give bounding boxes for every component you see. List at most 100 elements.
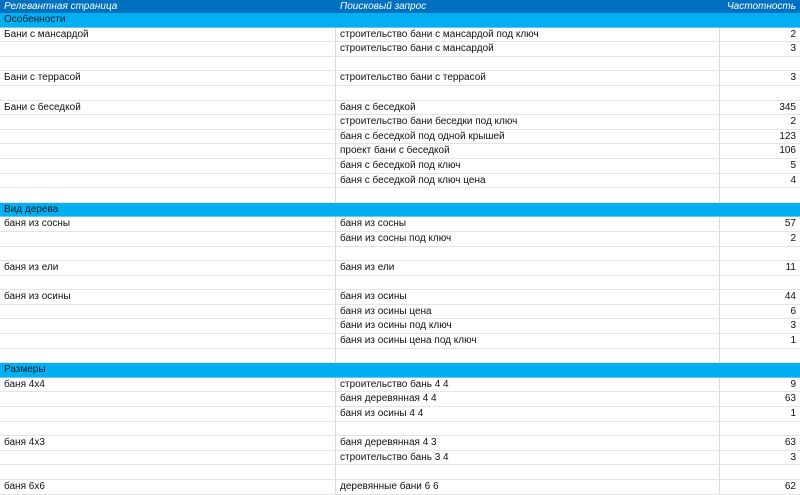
cell-relevant-page[interactable] (0, 348, 336, 363)
cell-relevant-page[interactable] (0, 450, 336, 465)
cell-search-query[interactable] (336, 465, 720, 479)
cell-frequency[interactable] (720, 276, 800, 290)
cell-search-query[interactable] (336, 246, 720, 261)
cell-frequency[interactable]: 9 (720, 378, 800, 392)
cell-frequency[interactable]: 106 (720, 144, 800, 158)
cell-relevant-page[interactable] (0, 392, 336, 407)
cell-relevant-page[interactable] (0, 129, 336, 144)
cell-search-query[interactable]: баня с беседкой под ключ (336, 158, 720, 173)
cell-relevant-page[interactable]: баня 6х6 (0, 480, 336, 494)
cell-frequency[interactable]: 1 (720, 407, 800, 421)
cell-search-query[interactable]: баня из осины 4 4 (336, 407, 720, 421)
cell-relevant-page[interactable] (0, 421, 336, 436)
cell-frequency[interactable]: 44 (720, 290, 800, 304)
cell-relevant-page[interactable]: Размеры (0, 363, 336, 377)
cell-frequency[interactable] (720, 203, 800, 217)
cell-search-query[interactable] (336, 275, 720, 290)
cell-relevant-page[interactable]: Бани с террасой (0, 71, 336, 85)
cell-frequency[interactable]: 3 (720, 71, 800, 85)
header-frequency[interactable]: Частотность (720, 0, 800, 13)
cell-frequency[interactable]: 3 (720, 319, 800, 333)
cell-search-query[interactable] (336, 56, 720, 71)
cell-frequency[interactable] (720, 349, 800, 363)
cell-search-query[interactable]: баня из сосны (336, 217, 720, 231)
cell-relevant-page[interactable]: баня 4х4 (0, 377, 336, 392)
cell-frequency[interactable]: 345 (720, 101, 800, 115)
cell-relevant-page[interactable] (0, 334, 336, 348)
cell-frequency[interactable] (720, 465, 800, 479)
cell-search-query[interactable]: строительство бани беседки под ключ (336, 115, 720, 129)
cell-relevant-page[interactable]: баня из сосны (0, 217, 336, 231)
cell-relevant-page[interactable]: баня из осины (0, 290, 336, 304)
cell-search-query[interactable]: баня с беседкой (336, 100, 720, 115)
cell-relevant-page[interactable] (0, 144, 336, 158)
cell-relevant-page[interactable] (0, 319, 336, 334)
cell-search-query[interactable]: бани из осины под ключ (336, 319, 720, 334)
cell-frequency[interactable]: 63 (720, 436, 800, 450)
cell-frequency[interactable]: 62 (720, 480, 800, 494)
cell-search-query[interactable]: деревянные бани 6 6 (336, 480, 720, 494)
cell-relevant-page[interactable] (0, 158, 336, 173)
cell-search-query[interactable] (336, 203, 720, 217)
cell-search-query[interactable] (336, 85, 720, 100)
cell-search-query[interactable]: баня из осины (336, 290, 720, 304)
cell-frequency[interactable] (720, 422, 800, 436)
cell-search-query[interactable]: строительство бань 3 4 (336, 450, 720, 465)
cell-frequency[interactable]: 2 (720, 28, 800, 42)
cell-search-query[interactable]: баня из осины цена под ключ (336, 334, 720, 348)
cell-relevant-page[interactable] (0, 231, 336, 246)
cell-relevant-page[interactable] (0, 407, 336, 421)
cell-frequency[interactable]: 3 (720, 451, 800, 465)
cell-relevant-page[interactable]: Особенности (0, 13, 336, 27)
cell-frequency[interactable]: 6 (720, 305, 800, 319)
cell-search-query[interactable]: баня из ели (336, 261, 720, 275)
cell-search-query[interactable]: баня с беседкой под одной крышей (336, 129, 720, 144)
cell-relevant-page[interactable]: Вид дерева (0, 203, 336, 217)
cell-search-query[interactable]: баня деревянная 4 3 (336, 436, 720, 450)
cell-search-query[interactable]: баня с беседкой под ключ цена (336, 173, 720, 188)
cell-relevant-page[interactable]: Бани с беседкой (0, 100, 336, 115)
cell-frequency[interactable] (720, 247, 800, 261)
cell-search-query[interactable] (336, 363, 720, 377)
cell-frequency[interactable]: 5 (720, 159, 800, 173)
cell-search-query[interactable] (336, 13, 720, 27)
cell-search-query[interactable]: строительство бани с мансардой под ключ (336, 27, 720, 42)
header-search-query[interactable]: Поисковый запрос (336, 0, 720, 13)
cell-relevant-page[interactable] (0, 173, 336, 188)
cell-search-query[interactable]: баня из осины цена (336, 304, 720, 319)
cell-relevant-page[interactable]: баня из ели (0, 261, 336, 275)
cell-relevant-page[interactable] (0, 188, 336, 202)
cell-search-query[interactable]: строительство бани с мансардой (336, 42, 720, 56)
cell-frequency[interactable] (720, 57, 800, 71)
cell-relevant-page[interactable] (0, 275, 336, 290)
cell-frequency[interactable] (720, 86, 800, 100)
cell-relevant-page[interactable] (0, 246, 336, 261)
cell-relevant-page[interactable]: Бани с мансардой (0, 27, 336, 42)
cell-search-query[interactable] (336, 188, 720, 202)
cell-frequency[interactable]: 4 (720, 174, 800, 188)
cell-search-query[interactable]: строительство бани с террасой (336, 71, 720, 85)
cell-search-query[interactable]: проект бани с беседкой (336, 144, 720, 158)
cell-frequency[interactable]: 11 (720, 261, 800, 275)
header-relevant-page[interactable]: Релевантная страница (0, 0, 336, 13)
cell-relevant-page[interactable] (0, 42, 336, 56)
cell-search-query[interactable]: строительство бань 4 4 (336, 377, 720, 392)
cell-frequency[interactable]: 57 (720, 217, 800, 231)
cell-search-query[interactable]: бани из сосны под ключ (336, 231, 720, 246)
cell-frequency[interactable]: 123 (720, 130, 800, 144)
cell-frequency[interactable]: 3 (720, 42, 800, 56)
cell-frequency[interactable] (720, 188, 800, 202)
cell-frequency[interactable]: 2 (720, 232, 800, 246)
cell-relevant-page[interactable] (0, 304, 336, 319)
cell-frequency[interactable]: 1 (720, 334, 800, 348)
cell-frequency[interactable] (720, 13, 800, 27)
cell-relevant-page[interactable]: баня 4х3 (0, 436, 336, 450)
cell-relevant-page[interactable] (0, 465, 336, 479)
cell-frequency[interactable]: 63 (720, 392, 800, 406)
cell-search-query[interactable] (336, 421, 720, 436)
cell-search-query[interactable]: баня деревянная 4 4 (336, 392, 720, 407)
cell-relevant-page[interactable] (0, 85, 336, 100)
cell-frequency[interactable] (720, 363, 800, 377)
cell-search-query[interactable] (336, 348, 720, 363)
cell-relevant-page[interactable] (0, 56, 336, 71)
